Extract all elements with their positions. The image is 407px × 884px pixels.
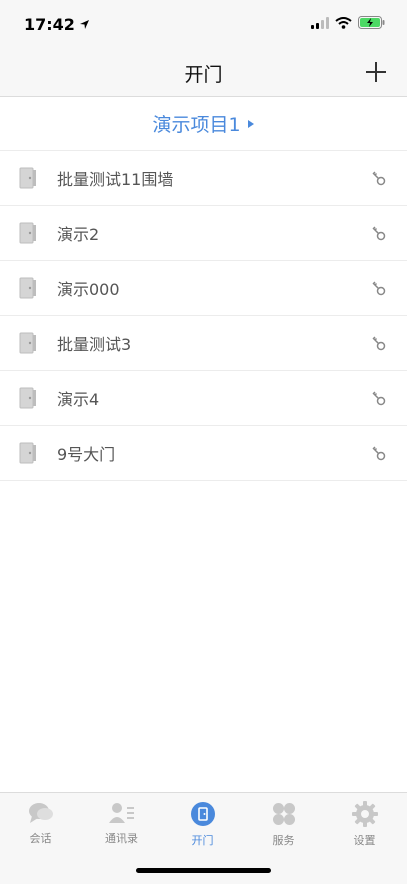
navigation-bar: 开门 <box>0 48 407 97</box>
key-icon[interactable] <box>371 281 387 297</box>
tab-label: 通讯录 <box>105 832 138 845</box>
status-indicators <box>311 16 385 29</box>
door-row[interactable]: 批量测试3 <box>0 316 407 371</box>
door-icon <box>19 442 36 464</box>
home-indicator <box>136 868 271 873</box>
key-icon[interactable] <box>371 446 387 462</box>
tab-settings[interactable]: 设置 <box>324 801 405 851</box>
key-icon[interactable] <box>371 391 387 407</box>
gear-icon <box>351 801 378 827</box>
triangle-right-icon <box>247 119 254 128</box>
status-bar: 17:42 <box>0 0 407 48</box>
tab-label: 会话 <box>29 832 52 845</box>
door-name: 9号大门 <box>57 445 116 464</box>
key-icon[interactable] <box>371 226 387 242</box>
wifi-icon <box>335 16 352 29</box>
door-name: 批量测试11围墙 <box>57 170 174 189</box>
door-list: 批量测试11围墙 演示2 演示000 批量测试3 演示4 9号大门 <box>0 151 407 481</box>
tab-label: 设置 <box>353 834 376 847</box>
battery-charging-icon <box>358 16 385 29</box>
tab-label: 开门 <box>191 834 214 847</box>
door-name: 演示2 <box>57 225 100 244</box>
key-icon[interactable] <box>371 336 387 352</box>
door-icon <box>190 802 215 826</box>
door-row[interactable]: 批量测试11围墙 <box>0 151 407 206</box>
key-icon[interactable] <box>371 171 387 187</box>
contacts-icon <box>108 803 134 823</box>
location-arrow-icon <box>79 20 89 29</box>
time-label: 17:42 <box>24 15 75 34</box>
chat-icon <box>28 803 53 823</box>
door-name: 批量测试3 <box>57 335 132 354</box>
project-selector[interactable]: 演示项目1 <box>0 97 407 151</box>
door-icon <box>19 387 36 409</box>
tab-chat[interactable]: 会话 <box>0 801 81 851</box>
door-icon <box>19 167 36 189</box>
door-icon <box>19 277 36 299</box>
door-row[interactable]: 演示000 <box>0 261 407 316</box>
door-icon <box>19 332 36 354</box>
door-row[interactable]: 演示4 <box>0 371 407 426</box>
door-row[interactable]: 9号大门 <box>0 426 407 481</box>
tab-open-door[interactable]: 开门 <box>162 801 243 851</box>
door-name: 演示000 <box>57 280 120 299</box>
project-name: 演示项目1 <box>152 114 241 136</box>
page-title: 开门 <box>184 64 223 86</box>
signal-icon <box>311 16 329 29</box>
status-time: 17:42 <box>24 15 90 34</box>
door-icon <box>19 222 36 244</box>
services-icon <box>272 803 295 825</box>
tab-label: 服务 <box>272 834 295 847</box>
tab-contacts[interactable]: 通讯录 <box>81 801 162 851</box>
door-name: 演示4 <box>57 390 100 409</box>
plus-icon[interactable] <box>363 59 389 85</box>
tab-services[interactable]: 服务 <box>243 801 324 851</box>
door-row[interactable]: 演示2 <box>0 206 407 261</box>
